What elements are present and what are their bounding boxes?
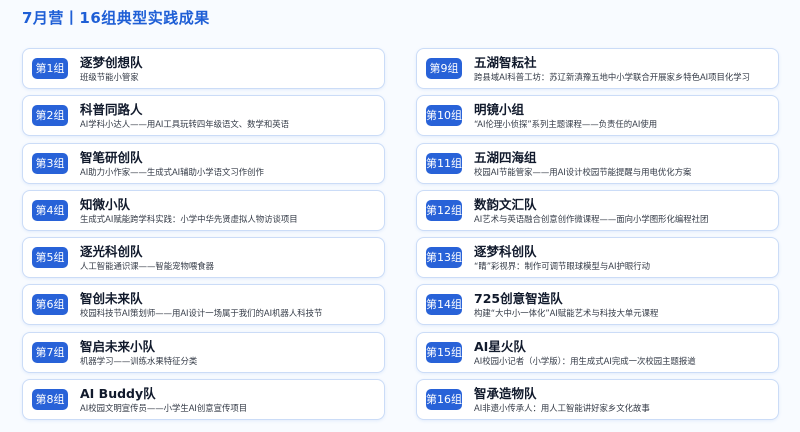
project-description: 班级节能小管家 — [80, 72, 139, 82]
team-name: 智创未来队 — [80, 291, 143, 307]
team-name: 逐梦科创队 — [474, 244, 537, 260]
team-name: 逐光科创队 — [80, 244, 143, 260]
group-card: 第6组 智创未来队 校园科技节AI策划师——用AI设计一场属于我们的AI机器人科… — [22, 284, 385, 326]
project-description: 人工智能通识课——智能宠物喂食器 — [80, 261, 214, 272]
group-card: 第5组 逐光科创队 人工智能通识课——智能宠物喂食器 — [22, 237, 385, 279]
team-name: 725创意智造队 — [474, 291, 563, 307]
team-name: 智启未来小队 — [80, 338, 156, 354]
group-card: 第2组 科普同路人 AI学科小达人——用AI工具玩转四年级语文、数学和英语 — [22, 95, 385, 137]
group-badge: 第8组 — [32, 389, 68, 411]
team-name: 明镜小组 — [474, 102, 525, 118]
team-name: 知微小队 — [80, 196, 131, 212]
group-badge: 第16组 — [426, 389, 462, 411]
team-name: 智笔研创队 — [80, 149, 143, 165]
team-name: 数韵文汇队 — [474, 196, 537, 212]
group-badge: 第2组 — [32, 105, 68, 127]
group-badge: 第7组 — [32, 341, 68, 363]
page-title: 7月营丨16组典型实践成果 — [22, 9, 210, 27]
team-name: 智承造物队 — [474, 386, 537, 402]
group-badge: 第1组 — [32, 58, 68, 79]
group-badge: 第6组 — [32, 294, 68, 316]
group-badge: 第11组 — [426, 152, 462, 174]
project-description: “AI伦理小侦探”系列主题课程——负责任的AI使用 — [474, 119, 658, 130]
project-description: 校园AI节能管家——用AI设计校园节能提醒与用电优化方案 — [474, 166, 692, 177]
group-card: 第1组 逐梦创想队 班级节能小管家 — [22, 48, 385, 89]
group-card: 第15组 AI星火队 AI校园小记者（小学版）：用生成式AI完成一次校园主题报道 — [416, 331, 779, 373]
project-description: 校园科技节AI策划师——用AI设计一场属于我们的AI机器人科技节 — [80, 308, 323, 319]
team-name: 逐梦创想队 — [80, 55, 143, 70]
group-card: 第12组 数韵文汇队 AI艺术与英语融合创意创作微课程——面向小学图形化编程社团 — [416, 189, 779, 231]
group-card: 第4组 知微小队 生成式AI赋能跨学科实践：小学中华先贤虚拟人物访谈项目 — [22, 189, 385, 231]
group-card: 第7组 智启未来小队 机器学习——训练水果特征分类 — [22, 331, 385, 373]
group-badge: 第5组 — [32, 247, 68, 269]
group-card: 第14组 725创意智造队 构建“大中小一体化”AI赋能艺术与科技大单元课程 — [416, 284, 779, 326]
project-description: 跨县域AI科普工坊：苏辽新滇豫五地中小学联合开展家乡特色AI项目化学习 — [474, 72, 751, 82]
left-group-column: 第1组 逐梦创想队 班级节能小管家 第2组 科普同路人 AI学科小达人——用AI… — [22, 48, 385, 426]
team-name: 五湖四海组 — [474, 149, 537, 165]
group-badge: 第3组 — [32, 152, 68, 174]
group-badge: 第15组 — [426, 341, 462, 363]
group-card: 第16组 智承造物队 AI非遗小传承人：用人工智能讲好家乡文化故事 — [416, 379, 779, 421]
group-badge: 第4组 — [32, 199, 68, 221]
project-description: 构建“大中小一体化”AI赋能艺术与科技大单元课程 — [474, 308, 659, 319]
group-card: 第9组 五湖智耘社 跨县域AI科普工坊：苏辽新滇豫五地中小学联合开展家乡特色AI… — [416, 48, 779, 89]
group-badge: 第14组 — [426, 294, 462, 316]
project-description: “睛”彩视界：制作可调节眼球模型与AI护眼行动 — [474, 261, 651, 272]
team-name: 科普同路人 — [80, 102, 143, 118]
project-description: AI校园小记者（小学版）：用生成式AI完成一次校园主题报道 — [474, 355, 696, 366]
group-card: 第8组 AI Buddy队 AI校园文明宣传员——小学生AI创意宣传项目 — [22, 379, 385, 421]
team-name: 五湖智耘社 — [474, 55, 537, 70]
group-badge: 第13组 — [426, 247, 462, 269]
right-group-column: 第9组 五湖智耘社 跨县域AI科普工坊：苏辽新滇豫五地中小学联合开展家乡特色AI… — [416, 48, 779, 426]
team-name: AI Buddy队 — [80, 386, 156, 402]
project-description: AI学科小达人——用AI工具玩转四年级语文、数学和英语 — [80, 119, 290, 130]
project-description: 生成式AI赋能跨学科实践：小学中华先贤虚拟人物访谈项目 — [80, 213, 298, 224]
group-card: 第10组 明镜小组 “AI伦理小侦探”系列主题课程——负责任的AI使用 — [416, 95, 779, 137]
project-description: AI非遗小传承人：用人工智能讲好家乡文化故事 — [474, 403, 650, 414]
group-card: 第11组 五湖四海组 校园AI节能管家——用AI设计校园节能提醒与用电优化方案 — [416, 142, 779, 184]
group-card: 第13组 逐梦科创队 “睛”彩视界：制作可调节眼球模型与AI护眼行动 — [416, 237, 779, 279]
project-description: 机器学习——训练水果特征分类 — [80, 355, 198, 366]
team-name: AI星火队 — [474, 338, 526, 354]
group-badge: 第10组 — [426, 105, 462, 127]
group-card: 第3组 智笔研创队 AI助力小作家——生成式AI辅助小学语文习作创作 — [22, 142, 385, 184]
group-badge: 第9组 — [426, 58, 462, 79]
project-description: AI校园文明宣传员——小学生AI创意宣传项目 — [80, 403, 248, 414]
project-description: AI艺术与英语融合创意创作微课程——面向小学图形化编程社团 — [474, 213, 709, 224]
project-description: AI助力小作家——生成式AI辅助小学语文习作创作 — [80, 166, 264, 177]
group-badge: 第12组 — [426, 199, 462, 221]
